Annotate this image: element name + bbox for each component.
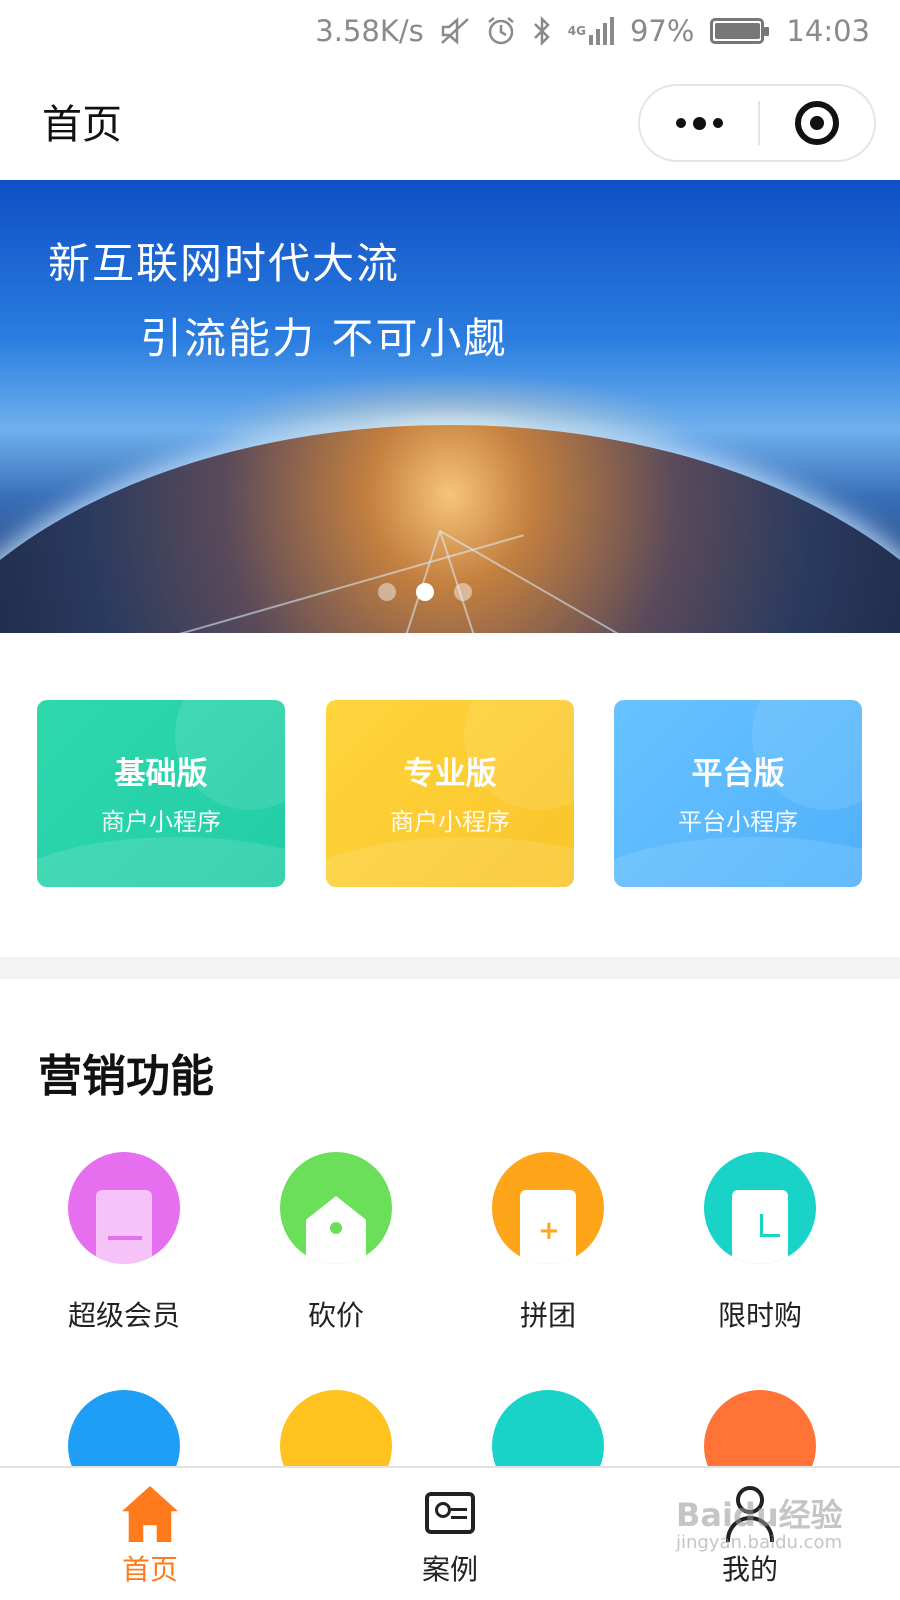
signal-icon: 4G (568, 17, 614, 45)
clock-icon (704, 1152, 816, 1264)
alarm-icon (486, 16, 516, 46)
feature-label: 砍价 (307, 1299, 364, 1332)
feature-label: 限时购 (717, 1299, 802, 1332)
feature-super-member[interactable]: 超级会员 (34, 1152, 214, 1334)
card-title: 专业版 (403, 756, 497, 792)
carousel-dot[interactable] (454, 583, 472, 601)
feature-label: 超级会员 (67, 1299, 180, 1332)
tab-home[interactable]: 首页 (0, 1468, 300, 1600)
carousel-indicator (378, 583, 472, 601)
carousel-dot[interactable] (378, 583, 396, 601)
banner-headline: 新互联网时代大流 (48, 239, 401, 288)
card-title: 平台版 (691, 756, 785, 792)
section-title: 营销功能 (38, 1051, 214, 1102)
network-type: 4G (567, 24, 586, 38)
nav-bar: 首页 (0, 62, 900, 180)
section-divider (0, 957, 900, 979)
case-card-icon (425, 1492, 475, 1534)
shopping-bag-icon: + (492, 1152, 604, 1264)
tab-label: 首页 (121, 1553, 178, 1586)
version-cards: 基础版 商户小程序 专业版 商户小程序 平台版 平台小程序 (0, 700, 900, 890)
watermark-domain: jingyan.baidu.com (676, 1532, 843, 1553)
target-close-icon (795, 101, 839, 145)
page-title: 首页 (42, 102, 122, 148)
card-pro-version[interactable]: 专业版 商户小程序 (326, 700, 574, 887)
card-platform-version[interactable]: 平台版 平台小程序 (614, 700, 862, 887)
battery-icon (710, 18, 770, 44)
capsule-close-button[interactable] (760, 86, 874, 160)
more-dots-icon[interactable] (640, 86, 758, 160)
banner-earth-image (0, 425, 900, 633)
battery-percent: 97% (629, 14, 695, 48)
crown-card-icon (68, 1152, 180, 1264)
mini-program-capsule (638, 84, 876, 162)
tab-label: 案例 (421, 1553, 478, 1586)
house-tag-icon (280, 1152, 392, 1264)
feature-label: 拼团 (519, 1299, 576, 1332)
mute-icon (440, 17, 470, 45)
card-title: 基础版 (114, 756, 208, 792)
banner-subheadline: 引流能力 不可小觑 (140, 314, 508, 363)
feature-bargain[interactable]: 砍价 (246, 1152, 426, 1334)
tab-cases[interactable]: 案例 (300, 1468, 600, 1600)
feature-group-buy[interactable]: + 拼团 (458, 1152, 638, 1334)
card-subtitle: 商户小程序 (390, 808, 510, 836)
network-speed: 3.58K/s (315, 14, 424, 48)
banner-carousel[interactable]: 新互联网时代大流 引流能力 不可小觑 (0, 180, 900, 633)
feature-flash-sale[interactable]: 限时购 (670, 1152, 850, 1334)
card-basic-version[interactable]: 基础版 商户小程序 (37, 700, 285, 887)
status-bar: 3.58K/s 4G 97% 14:03 (0, 0, 900, 62)
bluetooth-icon (532, 16, 552, 46)
tab-label: 我的 (721, 1553, 778, 1586)
clock-time: 14:03 (786, 14, 870, 48)
watermark-brand: Baidu经验 (676, 1496, 843, 1534)
home-icon (122, 1486, 178, 1542)
card-subtitle: 商户小程序 (101, 808, 221, 836)
card-subtitle: 平台小程序 (678, 808, 798, 836)
carousel-dot-active[interactable] (416, 583, 434, 601)
